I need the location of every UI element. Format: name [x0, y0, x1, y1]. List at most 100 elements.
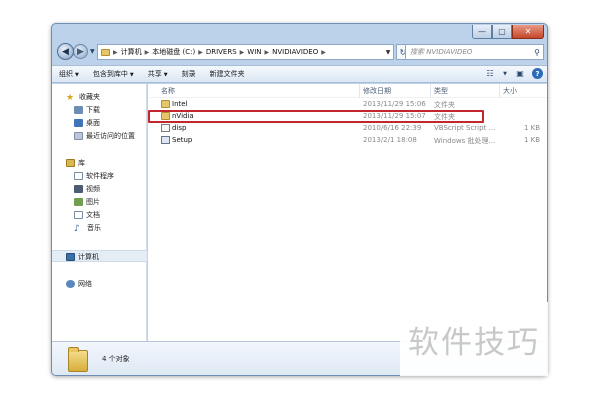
- table-row[interactable]: Setup 2013/2/1 18:08 Windows 批处理... 1 KB: [148, 135, 547, 147]
- breadcrumb-win[interactable]: WIN: [247, 48, 261, 56]
- breadcrumb-nvidiavideo[interactable]: NVIDIAVIDEO: [272, 48, 318, 56]
- nav-item-videos[interactable]: 视频: [74, 183, 100, 195]
- nav-item-desktop[interactable]: 桌面: [74, 117, 100, 129]
- software-library-icon: [74, 172, 83, 180]
- script-file-icon: [161, 124, 170, 132]
- forward-arrow-icon: ▶: [77, 46, 84, 57]
- document-icon: [74, 211, 83, 219]
- chevron-down-icon: ▼: [129, 72, 134, 78]
- search-input[interactable]: [410, 48, 528, 56]
- caption-buttons: — ▢ ✕: [472, 25, 544, 39]
- network-icon: [66, 280, 75, 288]
- breadcrumb-computer[interactable]: 计算机: [121, 47, 142, 57]
- chevron-down-icon[interactable]: ▼: [502, 71, 508, 77]
- table-row[interactable]: disp 2010/6/16 22:39 VBScript Script ...…: [148, 123, 547, 135]
- chevron-right-icon[interactable]: ▶: [198, 49, 203, 56]
- file-date: 2013/2/1 18:08: [363, 136, 417, 144]
- column-header-size[interactable]: 大小: [503, 86, 517, 96]
- search-icon[interactable]: ⚲: [534, 48, 540, 57]
- file-date: 2013/11/29 15:06: [363, 100, 426, 108]
- chevron-right-icon[interactable]: ▶: [321, 49, 326, 56]
- column-divider[interactable]: [499, 84, 500, 98]
- folder-icon: [68, 347, 88, 372]
- nav-item-label: 视频: [86, 185, 100, 193]
- chevron-right-icon[interactable]: ▶: [145, 49, 150, 56]
- chevron-right-icon[interactable]: ▶: [265, 49, 270, 56]
- file-type: Windows 批处理...: [434, 137, 496, 145]
- nav-network[interactable]: 网络: [66, 278, 92, 290]
- back-arrow-icon: ◀: [62, 46, 69, 57]
- column-header-date[interactable]: 修改日期: [363, 86, 391, 96]
- nav-item-label: 音乐: [87, 224, 101, 232]
- view-options-icon[interactable]: ☷: [484, 69, 496, 78]
- address-row: ◀ ▶ ▼ ▶ 计算机 ▶ 本地磁盘 (C:) ▶ DRIVERS ▶ WIN …: [52, 41, 547, 64]
- forward-button[interactable]: ▶: [73, 44, 88, 59]
- chevron-down-icon: ▼: [75, 72, 79, 78]
- recent-places-icon: [74, 132, 83, 140]
- nav-item-software[interactable]: 软件程序: [74, 170, 114, 182]
- close-button[interactable]: ✕: [512, 25, 544, 39]
- column-header-type[interactable]: 类型: [434, 86, 448, 96]
- nav-item-recent-places[interactable]: 最近访问的位置: [74, 130, 135, 142]
- watermark-text: 软件技巧: [408, 324, 540, 361]
- downloads-icon: [74, 106, 83, 114]
- chevron-down-icon: ▼: [163, 72, 168, 78]
- nav-item-music[interactable]: ♪ 音乐: [74, 222, 101, 234]
- maximize-button[interactable]: ▢: [492, 25, 512, 39]
- nav-favorites[interactable]: ★ 收藏夹: [66, 91, 100, 103]
- chevron-right-icon[interactable]: ▶: [240, 49, 245, 56]
- address-bar[interactable]: ▶ 计算机 ▶ 本地磁盘 (C:) ▶ DRIVERS ▶ WIN ▶ NVID…: [97, 44, 394, 60]
- organize-label: 组织: [59, 70, 73, 78]
- burn-button[interactable]: 刻录: [175, 69, 203, 79]
- nav-item-label: 下载: [86, 106, 100, 114]
- column-header-name[interactable]: 名称: [161, 86, 175, 96]
- desktop-icon: [74, 119, 83, 127]
- organize-menu[interactable]: 组织 ▼: [52, 69, 86, 79]
- nav-item-label: 文档: [86, 211, 100, 219]
- nav-item-label: 最近访问的位置: [86, 132, 135, 140]
- nav-item-pictures[interactable]: 图片: [74, 196, 100, 208]
- file-size: 1 KB: [524, 124, 541, 132]
- breadcrumb-drivers[interactable]: DRIVERS: [206, 48, 237, 56]
- help-icon[interactable]: ?: [532, 68, 543, 79]
- folder-icon: [101, 48, 110, 56]
- nav-item-label: 图片: [86, 198, 100, 206]
- breadcrumb-local-disk[interactable]: 本地磁盘 (C:): [152, 47, 195, 57]
- video-icon: [74, 185, 83, 193]
- chevron-right-icon[interactable]: ▶: [113, 49, 118, 56]
- file-type: 文件夹: [434, 101, 455, 109]
- nav-computer[interactable]: 计算机: [66, 251, 99, 263]
- nav-item-documents[interactable]: 文档: [74, 209, 100, 221]
- nav-item-label: 桌面: [86, 119, 100, 127]
- file-type: VBScript Script ...: [434, 124, 496, 132]
- file-name: disp: [172, 124, 187, 132]
- preview-pane-icon[interactable]: ▣: [514, 69, 526, 78]
- back-button[interactable]: ◀: [57, 43, 74, 60]
- highlight-box: [148, 110, 484, 123]
- column-divider[interactable]: [359, 84, 360, 98]
- folder-icon: [161, 100, 170, 108]
- column-divider[interactable]: [430, 84, 431, 98]
- nav-libraries[interactable]: 库: [66, 157, 85, 169]
- address-dropdown-icon[interactable]: ▼: [383, 49, 393, 56]
- nav-item-downloads[interactable]: 下载: [74, 104, 100, 116]
- include-in-library-menu[interactable]: 包含到库中 ▼: [86, 69, 141, 79]
- column-headers: 名称 修改日期 类型 大小: [148, 84, 547, 98]
- nav-item-label: 软件程序: [86, 172, 114, 180]
- share-menu[interactable]: 共享 ▼: [141, 69, 175, 79]
- new-folder-button[interactable]: 新建文件夹: [203, 69, 252, 79]
- item-count: 4 个对象: [102, 355, 130, 363]
- music-icon: ♪: [74, 224, 80, 234]
- recent-pages-dropdown[interactable]: ▼: [90, 48, 95, 55]
- file-name: Setup: [172, 136, 193, 144]
- file-name: Intel: [172, 100, 188, 108]
- file-size: 1 KB: [524, 136, 541, 144]
- nav-favorites-label: 收藏夹: [79, 93, 100, 101]
- minimize-button[interactable]: —: [472, 25, 492, 39]
- include-in-library-label: 包含到库中: [92, 70, 128, 78]
- library-icon: [66, 159, 75, 167]
- watermark: 软件技巧: [400, 302, 548, 376]
- command-bar: 组织 ▼ 包含到库中 ▼ 共享 ▼ 刻录 新建文件夹 ☷ ▼ ▣ ?: [52, 65, 547, 83]
- share-label: 共享: [147, 70, 162, 78]
- navigation-pane: ★ 收藏夹 下载 桌面 最近访问的位置 库 软件程序 视频 图片 文档 ♪ 音乐…: [52, 84, 147, 341]
